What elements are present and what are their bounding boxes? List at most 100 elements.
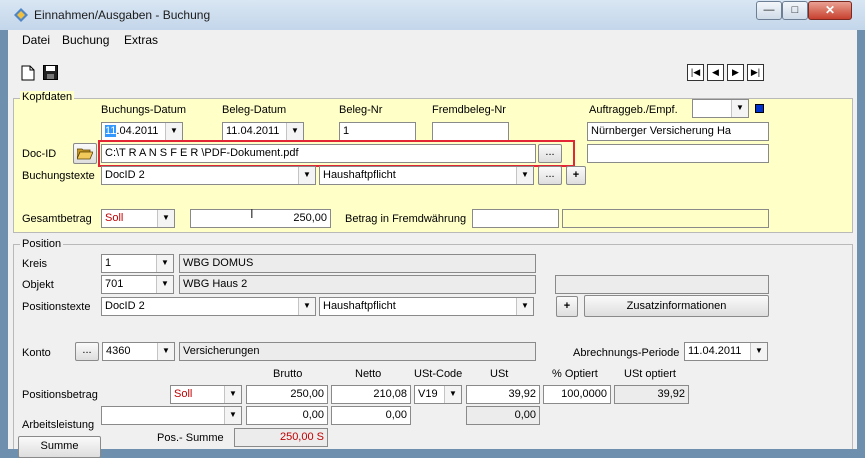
col-ustoptiert: USt optiert — [624, 368, 676, 380]
menu-buchung[interactable]: Buchung — [62, 33, 109, 47]
menu-datei[interactable]: Datei — [22, 33, 50, 47]
prev-record-button[interactable]: ◀ — [707, 64, 724, 81]
konto-name: Versicherungen — [179, 342, 536, 361]
possumme-label: Pos.- Summe — [157, 432, 224, 444]
positionstexte-combo-2-value: Haushaftpflicht — [323, 300, 396, 312]
objekt-label: Objekt — [22, 279, 54, 291]
first-record-button[interactable]: |◀ — [687, 64, 704, 81]
objekt-extra-field — [555, 275, 769, 294]
maximize-button[interactable]: □ — [782, 1, 808, 20]
positionstexte-add-button[interactable]: + — [556, 296, 578, 317]
belegdatum-value: 11.04.2011 — [226, 125, 280, 137]
chevron-down-icon[interactable]: ▼ — [516, 298, 533, 315]
kreis-label: Kreis — [22, 258, 48, 270]
buchungstexte-combo-2[interactable]: Haushaftpflicht ▼ — [319, 166, 534, 185]
new-document-icon[interactable] — [21, 65, 37, 81]
ustoptiert-field: 39,92 — [614, 385, 689, 404]
arbeitsleistung-ust-field: 0,00 — [466, 406, 540, 425]
arbeitsleistung-combo[interactable]: ▼ — [101, 406, 242, 425]
fremdbelegnr-input[interactable] — [432, 122, 509, 141]
buchungsdatum-label: Buchungs-Datum — [101, 104, 186, 116]
chevron-down-icon[interactable]: ▼ — [156, 276, 173, 293]
kreis-code: 1 — [105, 257, 112, 269]
auftraggeber-input[interactable]: Nürnberger Versicherung Ha — [587, 122, 769, 141]
abrechnung-combo[interactable]: 11.04.2011 ▼ — [684, 342, 768, 361]
text-cursor-icon: I — [250, 206, 254, 221]
menu-extras[interactable]: Extras — [124, 33, 158, 47]
col-optiert: % Optiert — [552, 368, 598, 380]
gesamtbetrag-soll-value: Soll — [105, 212, 124, 224]
zusatzinformationen-button[interactable]: Zusatzinformationen — [584, 295, 769, 317]
ust-input[interactable]: 39,92 — [466, 385, 540, 404]
kopfdaten-legend: Kopfdaten — [20, 91, 75, 103]
possumme-field: 250,00 S — [234, 428, 328, 447]
positionstexte-label: Positionstexte — [22, 301, 91, 313]
chevron-down-icon[interactable]: ▼ — [165, 123, 182, 140]
buchungsdatum-rest: .04.2011 — [116, 125, 159, 137]
buchungstexte-dots-button[interactable]: ... — [538, 166, 562, 185]
minimize-button[interactable]: — — [756, 1, 782, 20]
buchungstexte-label: Buchungstexte — [22, 170, 95, 182]
chevron-down-icon[interactable]: ▼ — [298, 167, 315, 184]
chevron-down-icon[interactable]: ▼ — [444, 386, 461, 403]
chevron-down-icon[interactable]: ▼ — [224, 407, 241, 424]
positionsbetrag-soll-value: Soll — [174, 388, 193, 400]
chevron-down-icon[interactable]: ▼ — [516, 167, 533, 184]
belegdatum-field[interactable]: 11.04.2011 ▼ — [222, 122, 304, 141]
buchungstexte-combo-1[interactable]: DocID 2 ▼ — [101, 166, 316, 185]
window-title: Einnahmen/Ausgaben - Buchung — [34, 8, 211, 22]
auftraggeber-combo[interactable]: ▼ — [692, 99, 749, 118]
buchungsdatum-field[interactable]: 11.04.2011 ▼ — [101, 122, 183, 141]
positionsbetrag-label: Positionsbetrag — [22, 389, 98, 401]
positionsbetrag-soll-combo[interactable]: Soll ▼ — [170, 385, 242, 404]
optiert-input[interactable]: 100,0000 — [543, 385, 611, 404]
auftraggeber-label: Auftraggeb./Empf. — [589, 104, 678, 116]
col-netto: Netto — [355, 368, 382, 380]
docid-highlight-box — [98, 140, 575, 167]
kreis-combo[interactable]: 1 ▼ — [101, 254, 174, 273]
gesamtbetrag-soll-combo[interactable]: Soll ▼ — [101, 209, 175, 228]
belegdatum-label: Beleg-Datum — [222, 104, 287, 116]
fremdwaehrung-label: Betrag in Fremdwährung — [345, 213, 467, 225]
last-record-button[interactable]: ▶| — [747, 64, 764, 81]
arbeitsleistung-label: Arbeitsleistung — [22, 419, 95, 431]
objekt-combo[interactable]: 701 ▼ — [101, 275, 174, 294]
ustcode-combo[interactable]: V19 ▼ — [414, 385, 462, 404]
chevron-down-icon[interactable]: ▼ — [286, 123, 303, 140]
close-button[interactable]: ✕ — [808, 1, 852, 20]
konto-combo[interactable]: 4360 ▼ — [102, 342, 175, 361]
netto-input[interactable]: 210,08 — [331, 385, 411, 404]
buchungstexte-combo-1-value: DocID 2 — [105, 169, 145, 181]
fremdwaehrung-extra-field — [562, 209, 769, 228]
brutto-input[interactable]: 250,00 — [246, 385, 328, 404]
next-record-button[interactable]: ▶ — [727, 64, 744, 81]
belegnr-input[interactable]: 1 — [339, 122, 416, 141]
col-ustcode: USt-Code — [414, 368, 463, 380]
col-brutto: Brutto — [273, 368, 303, 380]
fremdwaehrung-input[interactable] — [472, 209, 559, 228]
kreis-name: WBG DOMUS — [179, 254, 536, 273]
positionstexte-combo-2[interactable]: Haushaftpflicht ▼ — [319, 297, 534, 316]
chevron-down-icon[interactable]: ▼ — [157, 343, 174, 360]
open-folder-button[interactable] — [73, 143, 97, 164]
objekt-name: WBG Haus 2 — [179, 275, 536, 294]
positionstexte-combo-1[interactable]: DocID 2 ▼ — [101, 297, 316, 316]
summe-button[interactable]: Summe — [18, 436, 101, 458]
auftraggeber-extra-input[interactable] — [587, 144, 769, 163]
auftraggeber-lookup-icon[interactable] — [755, 104, 764, 113]
chevron-down-icon[interactable]: ▼ — [750, 343, 767, 360]
arbeitsleistung-brutto-input[interactable]: 0,00 — [246, 406, 328, 425]
save-icon[interactable] — [43, 65, 59, 81]
buchungstexte-combo-2-value: Haushaftpflicht — [323, 169, 396, 181]
gesamtbetrag-label: Gesamtbetrag — [22, 213, 92, 225]
chevron-down-icon[interactable]: ▼ — [224, 386, 241, 403]
chevron-down-icon[interactable]: ▼ — [157, 210, 174, 227]
chevron-down-icon[interactable]: ▼ — [298, 298, 315, 315]
abrechnung-label: Abrechnungs-Periode — [573, 347, 680, 359]
chevron-down-icon[interactable]: ▼ — [731, 100, 748, 117]
chevron-down-icon[interactable]: ▼ — [156, 255, 173, 272]
konto-dots-button[interactable]: ... — [75, 342, 99, 361]
buchungstexte-add-button[interactable]: + — [566, 166, 586, 185]
gesamtbetrag-input[interactable]: 250,00 — [190, 209, 331, 228]
arbeitsleistung-netto-input[interactable]: 0,00 — [331, 406, 411, 425]
